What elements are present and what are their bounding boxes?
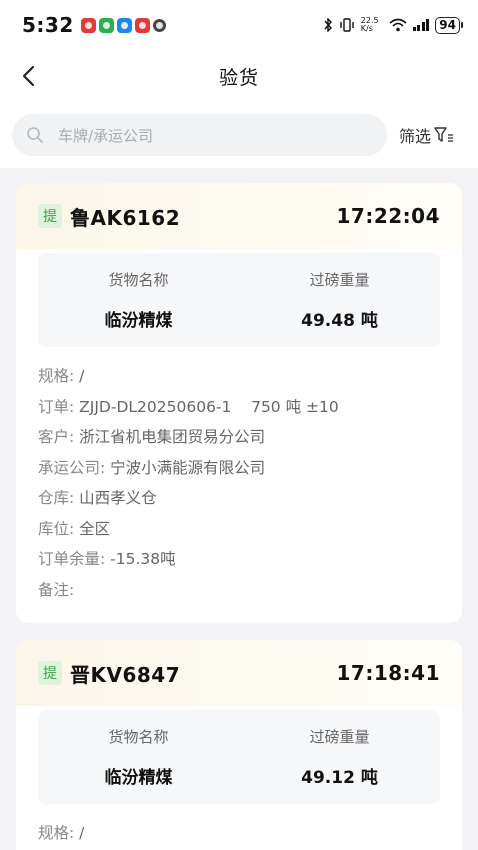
card-time: 17:18:41: [336, 661, 440, 685]
search-row: 车牌/承运公司 筛选: [0, 102, 478, 168]
search-placeholder: 车牌/承运公司: [58, 126, 154, 145]
wifi-icon: [389, 18, 407, 32]
balance-row: 订单余量: -15.38吨: [38, 544, 440, 575]
weight-label: 过磅重量: [309, 728, 370, 746]
plate-number: 晋KV6847: [70, 662, 181, 687]
chevron-left-icon: [22, 65, 35, 87]
remark-row: 备注:: [38, 575, 440, 606]
remark-label: 备注:: [38, 580, 75, 599]
app-notification-icon: [152, 18, 166, 32]
balance-value: -15.38吨: [110, 550, 176, 568]
card-time: 17:22:04: [336, 204, 440, 228]
location-label: 库位:: [38, 519, 75, 538]
weight-label: 过磅重量: [309, 271, 370, 289]
location-row: 库位: 全区: [38, 514, 440, 545]
goods-name-value: 临汾精煤: [104, 311, 173, 331]
goods-summary: 货物名称 临汾精煤 过磅重量 49.12 吨: [38, 710, 440, 804]
wechat-notification-icon: [98, 17, 114, 33]
goods-summary: 货物名称 临汾精煤 过磅重量 49.48 吨: [38, 253, 440, 347]
order-row: 订单: ZJJD-DL20250606-1 750 吨 ±10: [38, 392, 440, 423]
plate-number: 鲁AK6162: [70, 205, 181, 230]
status-bar: 5:32 22.5 K/s 94: [0, 0, 478, 50]
vibrate-icon: [340, 18, 354, 32]
weight-col: 过磅重量 49.12 吨: [239, 710, 440, 804]
customer-value: 浙江省机电集团贸易分公司: [79, 428, 266, 446]
plate-wrap: 提 鲁AK6162: [38, 202, 180, 231]
weight-value: 49.12 吨: [301, 768, 378, 788]
weight-value: 49.48 吨: [301, 311, 378, 331]
pickup-tag: 提: [38, 661, 62, 685]
app-notification-icon: [134, 17, 150, 33]
warehouse-row: 仓库: 山西孝义仓: [38, 483, 440, 514]
spec-value: /: [79, 367, 85, 385]
page-title: 验货: [218, 66, 259, 89]
status-time: 5:32: [22, 13, 74, 37]
inspection-card[interactable]: 提 晋KV6847 17:18:41 货物名称 临汾精煤 过磅重量 49.12 …: [16, 640, 462, 850]
customer-row: 客户: 浙江省机电集团贸易分公司: [38, 422, 440, 453]
order-value: ZJJD-DL20250606-1 750 吨 ±10: [79, 397, 339, 416]
nav-bar: 验货: [0, 50, 478, 102]
card-details: 规格: /: [16, 804, 462, 850]
signal-icon: [412, 19, 430, 31]
carrier-label: 承运公司:: [38, 458, 106, 477]
card-details: 规格: / 订单: ZJJD-DL20250606-1 750 吨 ±10 客户…: [16, 347, 462, 621]
spec-label: 规格:: [38, 824, 75, 842]
pickup-tag: 提: [38, 204, 62, 228]
bluetooth-icon: [324, 18, 332, 32]
warehouse-value: 山西孝义仓: [79, 489, 157, 507]
app-notification-icon: [80, 17, 96, 33]
spec-row: 规格: /: [38, 818, 440, 849]
carrier-row: 承运公司: 宁波小满能源有限公司: [38, 453, 440, 484]
goods-name-col: 货物名称 临汾精煤: [38, 710, 239, 804]
network-speed: 22.5 K/s: [360, 16, 379, 33]
plate-wrap: 提 晋KV6847: [38, 659, 180, 688]
status-left: 5:32: [22, 13, 166, 37]
order-label: 订单:: [38, 397, 75, 416]
inspection-card[interactable]: 提 鲁AK6162 17:22:04 货物名称 临汾精煤 过磅重量 49.48 …: [16, 183, 462, 623]
goods-name-value: 临汾精煤: [104, 768, 173, 788]
spec-value: /: [79, 824, 85, 842]
filter-label: 筛选: [398, 127, 431, 146]
card-header: 提 晋KV6847 17:18:41: [16, 640, 462, 706]
back-button[interactable]: [14, 62, 42, 90]
goods-name-col: 货物名称 临汾精煤: [38, 253, 239, 347]
status-right: 22.5 K/s 94: [323, 16, 463, 34]
warehouse-label: 仓库:: [38, 489, 75, 507]
carrier-value: 宁波小满能源有限公司: [110, 458, 266, 477]
filter-button[interactable]: 筛选: [399, 123, 466, 147]
balance-label: 订单余量:: [38, 550, 106, 568]
search-input[interactable]: 车牌/承运公司: [12, 114, 387, 156]
spec-row: 规格: /: [38, 361, 440, 392]
battery-icon: 94: [435, 16, 463, 34]
customer-label: 客户:: [38, 428, 75, 446]
goods-name-label: 货物名称: [108, 728, 169, 746]
goods-name-label: 货物名称: [108, 271, 169, 289]
search-icon: [27, 127, 43, 143]
filter-icon: [434, 127, 453, 142]
app-notification-icon: [116, 17, 132, 33]
location-value: 全区: [79, 519, 111, 538]
card-header: 提 鲁AK6162 17:22:04: [16, 183, 462, 249]
weight-col: 过磅重量 49.48 吨: [239, 253, 440, 347]
spec-label: 规格:: [38, 367, 75, 385]
